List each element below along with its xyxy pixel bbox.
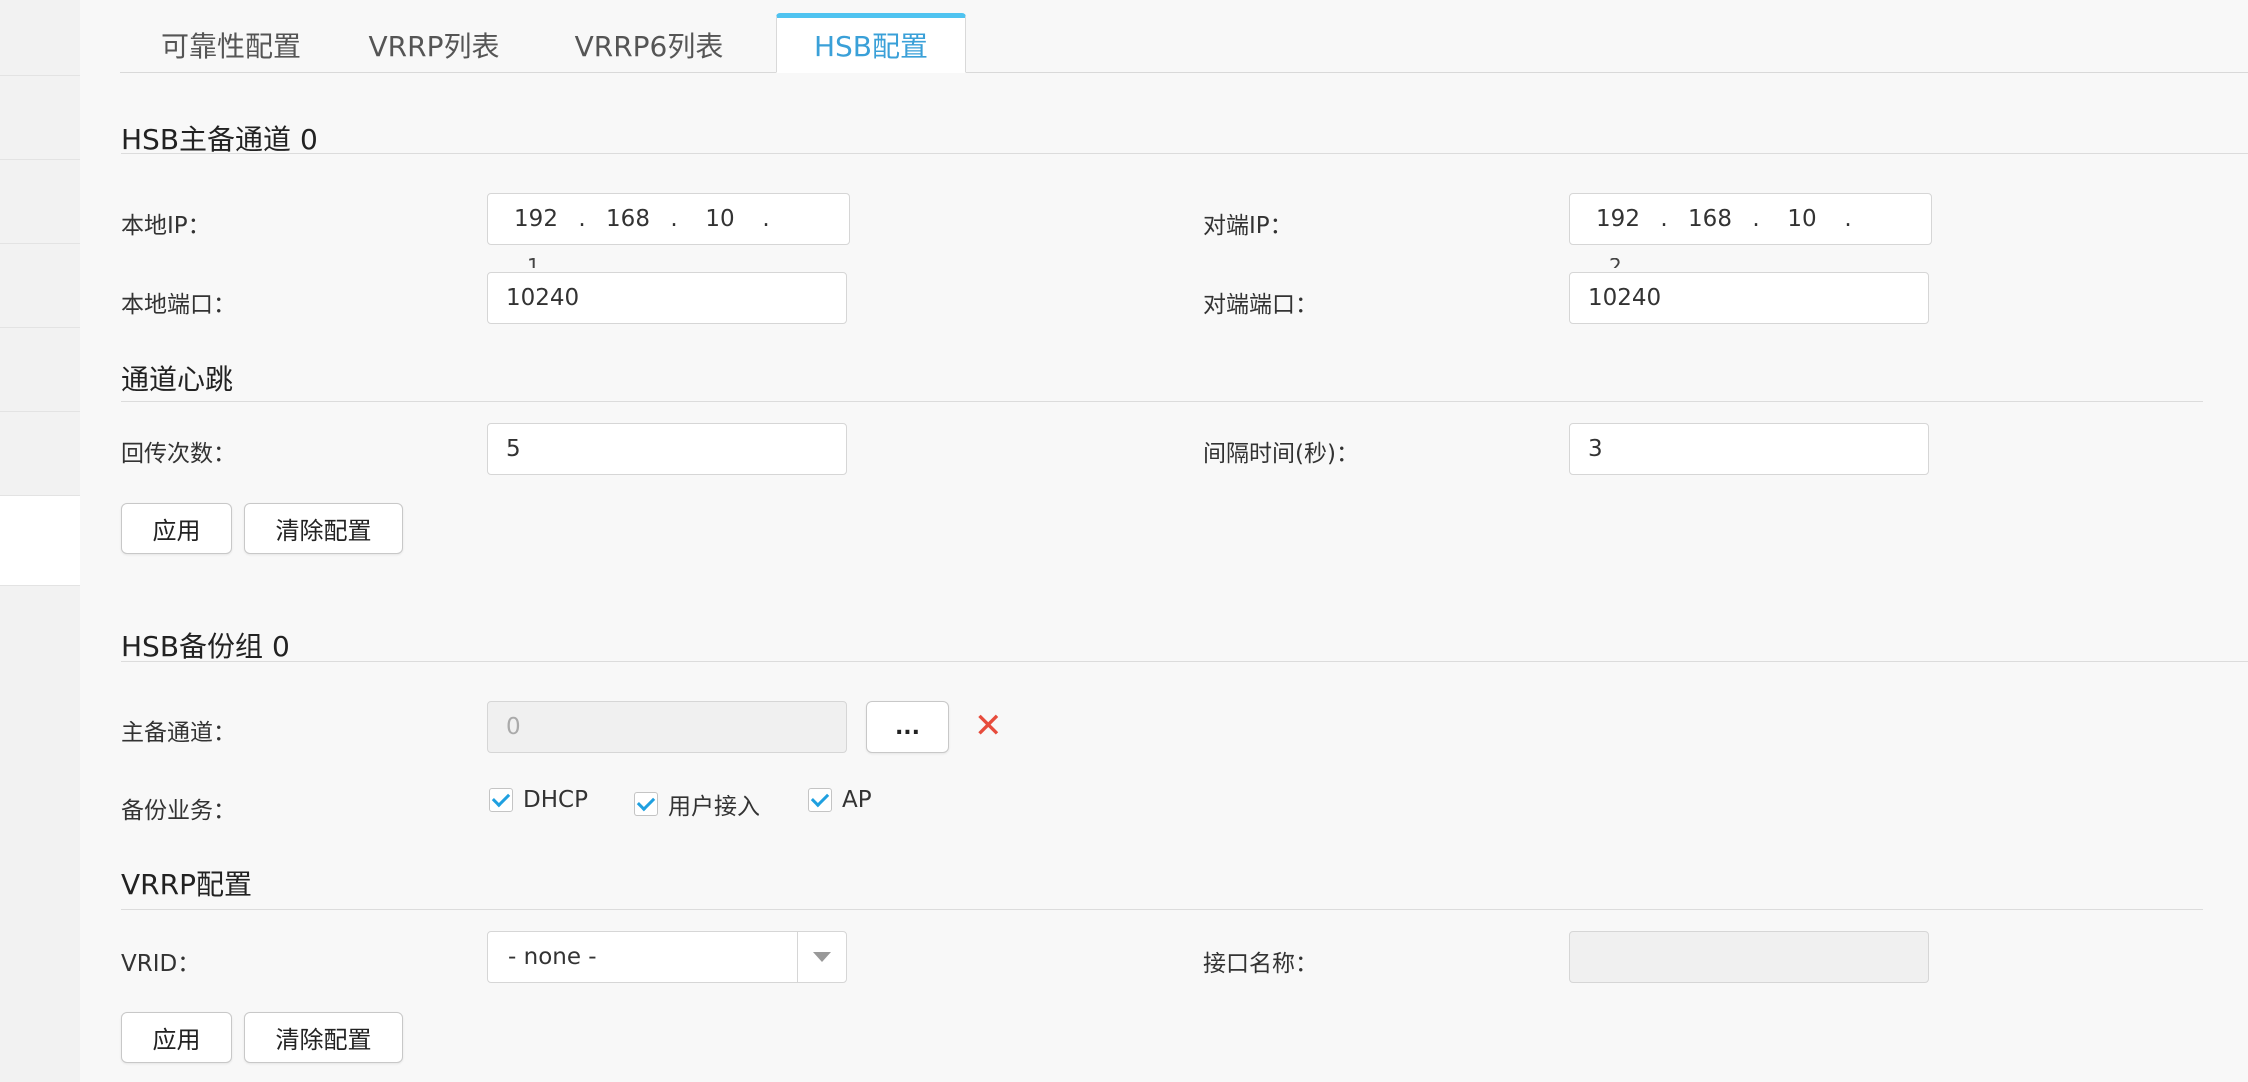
service-label: AP: [842, 787, 872, 813]
vrid-label: VRID：: [121, 951, 201, 977]
sidebar-item-active[interactable]: [0, 496, 80, 586]
vrrp-config-title: VRRP配置: [121, 868, 252, 901]
sidebar-item[interactable]: [0, 244, 80, 328]
sidebar-item[interactable]: [0, 0, 80, 76]
section-divider: [121, 661, 2248, 662]
service-dhcp-checkbox[interactable]: DHCP: [489, 787, 588, 813]
service-user-access-checkbox[interactable]: 用户接入: [634, 787, 760, 821]
ip-separator: .: [1660, 206, 1668, 232]
local-ip-label: 本地IP：: [121, 213, 211, 239]
ip-separator: .: [670, 206, 678, 232]
tab-hsb-config[interactable]: HSB配置: [776, 13, 966, 73]
sidebar-item[interactable]: [0, 328, 80, 412]
iface-name-input: [1569, 931, 1929, 983]
hsb-channel-title: HSB主备通道 0: [121, 123, 318, 156]
interval-label: 间隔时间(秒)：: [1203, 441, 1359, 467]
local-ip-input[interactable]: 192 . 168 . 10 .: [487, 193, 850, 245]
hsb-backup-title: HSB备份组 0: [121, 630, 290, 663]
ip-separator: .: [1752, 206, 1760, 232]
service-ap-checkbox[interactable]: AP: [808, 787, 872, 813]
section-divider: [121, 153, 2248, 154]
vrrp-clear-config-button[interactable]: 清除配置: [244, 1012, 403, 1063]
close-icon[interactable]: ✕: [974, 709, 1003, 743]
peer-ip-input[interactable]: 192 . 168 . 10 .: [1569, 193, 1932, 245]
peer-ip-octet-1[interactable]: 192: [1590, 206, 1646, 232]
check-icon[interactable]: [808, 788, 832, 812]
peer-port-input[interactable]: 10240: [1569, 272, 1929, 324]
iface-name-label: 接口名称：: [1203, 951, 1318, 977]
retries-label: 回传次数：: [121, 441, 236, 467]
vrid-select[interactable]: - none -: [487, 931, 847, 983]
local-port-label: 本地端口：: [121, 292, 236, 318]
browse-button[interactable]: ...: [866, 701, 949, 753]
dropdown-toggle[interactable]: [797, 932, 846, 982]
vrid-selected-value: - none -: [508, 944, 597, 970]
channel-label: 主备通道：: [121, 720, 236, 746]
check-icon[interactable]: [489, 788, 513, 812]
tab-reliability-config[interactable]: 可靠性配置: [130, 16, 332, 73]
local-ip-octet-4[interactable]: 1: [527, 258, 540, 268]
ip-separator: .: [762, 206, 770, 232]
apply-button[interactable]: 应用: [121, 503, 232, 554]
sidebar-item[interactable]: [0, 160, 80, 244]
peer-ip-label: 对端IP：: [1203, 213, 1293, 239]
clear-config-button[interactable]: 清除配置: [244, 503, 403, 554]
services-label: 备份业务：: [121, 798, 236, 824]
ip-separator: .: [578, 206, 586, 232]
peer-ip-octet-4[interactable]: 2: [1609, 258, 1622, 268]
sidebar-item[interactable]: [0, 412, 80, 496]
peer-ip-octet-2[interactable]: 168: [1682, 206, 1738, 232]
channel-input: 0: [487, 701, 847, 753]
local-ip-octet-1[interactable]: 192: [508, 206, 564, 232]
local-port-input[interactable]: 10240: [487, 272, 847, 324]
left-sidebar: [0, 0, 80, 1082]
local-ip-octet-3[interactable]: 10: [692, 206, 748, 232]
tab-vrrp6-list[interactable]: VRRP6列表: [536, 16, 762, 73]
tab-vrrp-list[interactable]: VRRP列表: [342, 16, 526, 73]
service-label: DHCP: [523, 787, 588, 813]
ip-separator: .: [1844, 206, 1852, 232]
sidebar-item[interactable]: [0, 76, 80, 160]
section-divider: [121, 401, 2203, 402]
heartbeat-title: 通道心跳: [121, 363, 234, 396]
section-divider: [121, 909, 2203, 910]
vrrp-apply-button[interactable]: 应用: [121, 1012, 232, 1063]
chevron-down-icon: [813, 952, 831, 962]
peer-ip-octet-3[interactable]: 10: [1774, 206, 1830, 232]
peer-port-label: 对端端口：: [1203, 292, 1318, 318]
service-label: 用户接入: [668, 794, 760, 820]
interval-input[interactable]: 3: [1569, 423, 1929, 475]
check-icon[interactable]: [634, 792, 658, 816]
retries-input[interactable]: 5: [487, 423, 847, 475]
local-ip-octet-2[interactable]: 168: [600, 206, 656, 232]
